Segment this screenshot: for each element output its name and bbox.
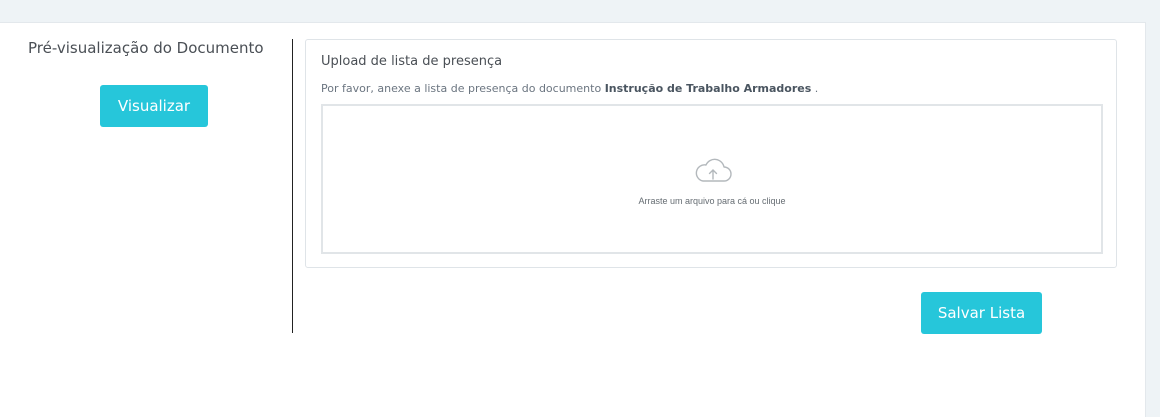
dropzone-text: Arraste um arquivo para cá ou clique: [638, 196, 786, 206]
preview-title: Pré-visualização do Documento: [28, 39, 264, 57]
preview-column: Pré-visualização do Documento Visualizar: [0, 23, 290, 417]
visualize-button[interactable]: Visualizar: [100, 85, 208, 127]
upload-title: Upload de lista de presença: [321, 54, 503, 69]
file-dropzone[interactable]: Arraste um arquivo para cá ou clique: [321, 104, 1103, 254]
upload-panel: Upload de lista de presença Por favor, a…: [305, 39, 1117, 268]
document-name: Instrução de Trabalho Armadores: [604, 82, 812, 95]
upload-description: Por favor, anexe a lista de presença do …: [321, 82, 818, 95]
cloud-upload-icon: [695, 158, 732, 182]
save-list-button[interactable]: Salvar Lista: [921, 292, 1042, 334]
main-card: Pré-visualização do Documento Visualizar…: [0, 22, 1146, 417]
upload-description-prefix: Por favor, anexe a lista de presença do …: [321, 82, 602, 95]
upload-description-suffix: .: [814, 82, 819, 95]
column-divider: [292, 39, 293, 333]
